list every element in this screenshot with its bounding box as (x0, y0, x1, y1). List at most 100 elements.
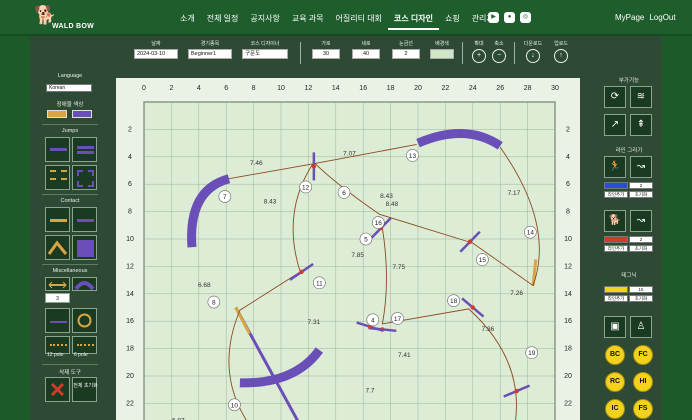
tunnel-width[interactable]: 15 (629, 286, 653, 293)
language-select[interactable]: Korean (46, 84, 92, 92)
zoom-in-icon[interactable]: + (472, 49, 486, 63)
measure-icon[interactable]: ⇞ (630, 114, 652, 136)
jump-double-tile[interactable] (72, 137, 97, 162)
logout-link[interactable]: LogOut (649, 13, 675, 22)
marker-ic-button[interactable]: IC (605, 399, 625, 419)
y-tick-label-right: 16 (564, 318, 572, 325)
nav-item-1[interactable]: 전체 일정 (201, 13, 245, 30)
aframe-tile[interactable] (45, 235, 70, 260)
obstacle-number: 15 (479, 257, 487, 264)
obstacle-color-swatch-1[interactable] (47, 110, 67, 118)
nav-item-0[interactable]: 소개 (174, 13, 201, 30)
y-tick-label: 12 (126, 263, 134, 270)
obstacle-color-swatch-2[interactable] (72, 110, 92, 118)
course-canvas[interactable]: 0 2 4 6 8 10 12 14 16 18 20 22 24 26 28 30 2 2 4 4 6 6 8 8 10 10 1… (116, 78, 580, 420)
distance-label: 8.43 (264, 198, 277, 205)
dogwalk-tile[interactable] (45, 207, 70, 232)
line2-width[interactable]: 2 (629, 236, 653, 243)
jump-single-tile[interactable] (45, 137, 70, 162)
y-tick-label: 20 (126, 373, 134, 380)
y-tick-label: 22 (126, 400, 134, 407)
y-tick-label-right: 8 (566, 209, 570, 216)
width-label: 가로 (321, 41, 331, 47)
marker-rc-button[interactable]: RC (605, 372, 625, 392)
seesaw-tile[interactable] (72, 207, 97, 232)
line1-width[interactable]: 2 (629, 182, 653, 189)
instagram-icon[interactable]: ◎ (520, 12, 531, 23)
delete-tool-button[interactable] (45, 377, 70, 402)
dog-icon[interactable]: 🐕 (604, 210, 626, 232)
x-tick-label: 26 (496, 85, 504, 92)
mypage-link[interactable]: MyPage (615, 13, 644, 22)
obstacle-number: 12 (302, 184, 310, 191)
line1-reset-button[interactable]: 초기화 (629, 191, 653, 198)
bgcolor-picker[interactable] (430, 49, 454, 59)
nav-item-6[interactable]: 쇼핑 (439, 13, 466, 30)
line2-add-button[interactable]: 라인추가 (604, 245, 628, 252)
pole-tile[interactable] (45, 308, 70, 333)
line-dog-icon[interactable]: ↝ (630, 210, 652, 232)
line2-reset-button[interactable]: 초기화 (629, 245, 653, 252)
line2-color[interactable] (604, 236, 628, 243)
rotate-icon[interactable]: ⟳ (604, 86, 626, 108)
distance-label: 7.31 (308, 319, 321, 326)
social-links: ▶ ● ◎ (488, 12, 531, 23)
nav-item-3[interactable]: 교육 과목 (286, 13, 330, 30)
distance-label: 7.36 (482, 326, 495, 333)
nav-item-4[interactable]: 어질리티 대회 (330, 13, 388, 30)
tunnel-color[interactable] (604, 286, 628, 293)
signal-icon[interactable]: ≋ (630, 86, 652, 108)
weave-tile[interactable] (45, 277, 70, 291)
course-field[interactable]: 0 2 4 6 8 10 12 14 16 18 20 22 24 26 28 302 24 46 68 810 101… (116, 78, 580, 420)
y-tick-label-right: 4 (566, 154, 570, 161)
nav-item-5[interactable]: 코스 디자인 (387, 13, 439, 30)
line1-color[interactable] (604, 182, 628, 189)
youtube-icon[interactable]: ▶ (488, 12, 499, 23)
date-input[interactable]: 2024-03-10 (134, 49, 178, 59)
jump-spread-tile[interactable] (72, 165, 97, 190)
brand-logo[interactable]: 🐕 WALD BOW (34, 6, 96, 32)
line1-add-button[interactable]: 라인추가 (604, 191, 628, 198)
y-tick-label-right: 6 (566, 181, 570, 188)
handler-path-icon[interactable]: ↗ (604, 114, 626, 136)
judge-icon[interactable]: ♙ (630, 316, 652, 338)
line-handler-icon[interactable]: ↝ (630, 156, 652, 178)
event-select[interactable]: Beginner1 (188, 49, 232, 59)
nav-item-2[interactable]: 공지사항 (244, 13, 285, 30)
distance-label: 7.46 (250, 160, 263, 167)
table-tile[interactable] (72, 235, 97, 260)
palette-divider (42, 124, 98, 125)
y-tick-label: 4 (128, 154, 132, 161)
jump-triple-tile[interactable] (45, 165, 70, 190)
distance-label: 7.85 (351, 252, 364, 259)
marker-bc-button[interactable]: BC (605, 345, 625, 365)
x-tick-label: 14 (332, 85, 340, 92)
distance-label: 7.41 (398, 352, 411, 359)
clear-all-button[interactable]: 전체 초기화 (72, 377, 98, 402)
tire-tile[interactable] (72, 308, 97, 333)
upload-icon[interactable]: ↑ (554, 49, 568, 63)
height-select[interactable]: 40 (352, 49, 380, 59)
misc-stepper[interactable]: 3 (45, 293, 70, 303)
tunnel-reset-button[interactable]: 초기화 (629, 295, 653, 302)
x-tick-label: 8 (252, 85, 256, 92)
chat-icon[interactable]: ● (504, 12, 515, 23)
marker-hi-button[interactable]: HI (633, 372, 653, 392)
grid-select[interactable]: 2 (392, 49, 420, 59)
download-icon[interactable]: ↓ (526, 49, 540, 63)
tunnel-add-button[interactable]: 라인추가 (604, 295, 628, 302)
auth-links: MyPage LogOut (615, 13, 676, 22)
camera-icon[interactable]: ▣ (604, 316, 626, 338)
upload-label: 업로드 (554, 41, 568, 47)
marker-fs-button[interactable]: FS (633, 399, 653, 419)
clear-all-label: 전체 초기화 (73, 383, 98, 389)
zoom-out-icon[interactable]: − (492, 49, 506, 63)
date-label: 날짜 (151, 41, 161, 47)
handler-icon[interactable]: 🏃 (604, 156, 626, 178)
tunnel-tile[interactable] (72, 277, 97, 291)
marker-fc-button[interactable]: FC (633, 345, 653, 365)
obstacle-number: 8 (212, 300, 216, 307)
designer-label: 코스 디자이너 (250, 41, 280, 47)
width-select[interactable]: 30 (312, 49, 340, 59)
designer-input[interactable]: 구문도 (242, 49, 288, 59)
